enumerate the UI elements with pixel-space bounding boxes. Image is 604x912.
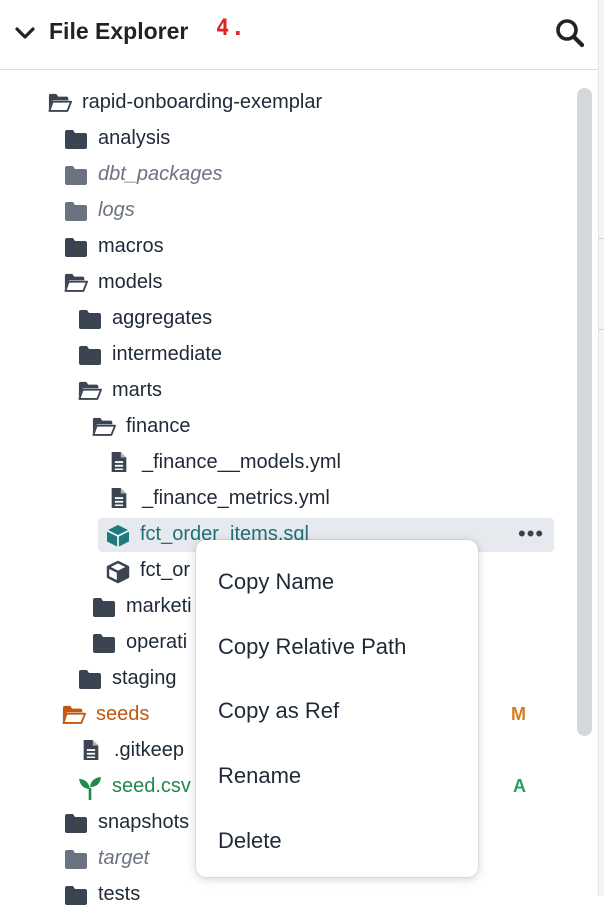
step-marker: 4. xyxy=(216,16,247,41)
folder-open-icon xyxy=(48,92,72,114)
tree-item[interactable]: _finance__models.yml xyxy=(0,446,566,480)
tree-item-label: marketi xyxy=(126,595,192,617)
folder-icon xyxy=(92,632,116,654)
tree-item[interactable]: tests xyxy=(0,878,566,912)
tree-item-label: models xyxy=(98,271,163,293)
editor-edge xyxy=(598,0,604,896)
context-menu: Copy Name Copy Relative Path Copy as Ref… xyxy=(196,540,478,877)
tree-item[interactable]: rapid-onboarding-exemplar xyxy=(0,86,566,120)
tree-item[interactable]: finance xyxy=(0,410,566,444)
menu-item-copy-relative-path[interactable]: Copy Relative Path xyxy=(196,620,478,672)
tree-item-label: seed.csv xyxy=(112,775,191,797)
folder-open-icon xyxy=(78,380,102,402)
tree-item[interactable]: models xyxy=(0,266,566,300)
folder-icon xyxy=(64,236,88,258)
tree-item[interactable]: logs xyxy=(0,194,566,228)
folder-icon xyxy=(92,596,116,618)
menu-item-delete[interactable]: Delete xyxy=(196,814,478,866)
folder-icon xyxy=(78,668,102,690)
tree-item-label: tests xyxy=(98,883,141,905)
model-cube-icon xyxy=(106,524,130,547)
tree-item-label: operati xyxy=(126,631,188,653)
tree-item[interactable]: _finance_metrics.yml xyxy=(0,482,566,516)
tree-item[interactable]: macros xyxy=(0,230,566,264)
folder-icon xyxy=(64,884,88,906)
chevron-down-icon[interactable] xyxy=(14,22,36,44)
git-added-badge: A xyxy=(513,776,526,796)
file-icon xyxy=(80,740,102,762)
tree-item[interactable]: marts xyxy=(0,374,566,408)
folder-icon xyxy=(78,344,102,366)
search-icon[interactable] xyxy=(554,17,586,49)
tree-item-label: fct_or xyxy=(140,559,191,581)
tree-item-label: marts xyxy=(112,379,162,401)
folder-icon xyxy=(78,308,102,330)
folder-icon xyxy=(64,164,88,186)
folder-icon xyxy=(64,812,88,834)
panel-title: File Explorer xyxy=(49,18,189,44)
folder-icon xyxy=(64,128,88,150)
editor-edge-mark xyxy=(598,238,604,330)
tree-item-label: target xyxy=(98,847,150,869)
tree-item[interactable]: analysis xyxy=(0,122,566,156)
menu-item-rename[interactable]: Rename xyxy=(196,749,478,801)
menu-item-copy-as-ref[interactable]: Copy as Ref xyxy=(196,684,478,736)
file-icon xyxy=(108,452,130,474)
menu-item-copy-name[interactable]: Copy Name xyxy=(196,555,478,607)
tree-item-label: finance xyxy=(126,415,191,437)
tree-item[interactable]: intermediate xyxy=(0,338,566,372)
tree-item[interactable]: dbt_packages xyxy=(0,158,566,192)
tree-item-label: _finance_metrics.yml xyxy=(142,487,330,509)
tree-item-label: seeds xyxy=(96,703,150,725)
tree-item-label: intermediate xyxy=(112,343,223,365)
tree-item-label: macros xyxy=(98,235,164,257)
file-icon xyxy=(108,488,130,510)
tree-item-label: rapid-onboarding-exemplar xyxy=(82,91,323,113)
scrollbar-thumb[interactable] xyxy=(577,88,592,736)
tree-item[interactable]: aggregates xyxy=(0,302,566,336)
folder-open-icon xyxy=(64,272,88,294)
model-cube-icon xyxy=(106,560,130,584)
tree-item-label: logs xyxy=(98,199,135,221)
seed-sprout-icon xyxy=(78,776,102,800)
tree-item-label: aggregates xyxy=(112,307,213,329)
git-modified-badge: M xyxy=(511,704,526,724)
tree-item-label: .gitkeep xyxy=(114,739,185,761)
tree-item-label: analysis xyxy=(98,127,171,149)
tree-item-label: dbt_packages xyxy=(98,163,223,185)
tree-item-label: snapshots xyxy=(98,811,190,833)
more-options-icon[interactable]: ••• xyxy=(518,521,544,547)
folder-open-icon xyxy=(92,416,116,438)
explorer-header: File Explorer 4. xyxy=(0,0,598,70)
folder-icon xyxy=(64,200,88,222)
tree-item-label: _finance__models.yml xyxy=(142,451,341,473)
folder-open-icon xyxy=(62,704,86,726)
folder-icon xyxy=(64,848,88,870)
tree-item-label: staging xyxy=(112,667,177,689)
